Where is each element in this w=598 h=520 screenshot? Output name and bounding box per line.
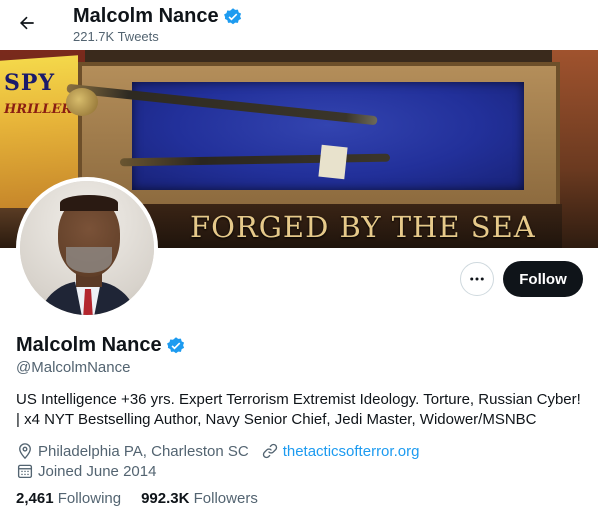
header-title: Malcolm Nance	[73, 5, 243, 28]
banner-sword-guard	[66, 88, 98, 116]
following-link[interactable]: 2,461 Following	[16, 490, 121, 507]
followers-link[interactable]: 992.3K Followers	[141, 490, 258, 507]
bio-line: | x4 NYT Bestselling Author, Navy Senior…	[16, 411, 537, 428]
profile-header-bar: Malcolm Nance 221.7K Tweets	[0, 0, 598, 50]
profile-stats: 2,461 Following 992.3K Followers	[16, 490, 258, 507]
avatar-hair	[60, 195, 118, 211]
banner-plaque-text: FORGED BY THE SEA	[190, 210, 536, 244]
verified-badge-icon	[223, 7, 241, 24]
more-options-button[interactable]	[460, 262, 494, 296]
followers-label: Followers	[193, 490, 258, 507]
follow-button[interactable]: Follow	[503, 261, 583, 297]
banner-poster-title: SPY	[4, 70, 56, 96]
profile-meta-row: Philadelphia PA, Charleston SC thetactic…	[16, 442, 419, 460]
header-name: Malcolm Nance	[73, 5, 219, 27]
calendar-icon	[16, 462, 34, 480]
location-pin-icon	[16, 442, 34, 460]
profile-joined-date: Joined June 2014	[38, 462, 157, 480]
back-arrow-icon	[19, 16, 34, 30]
tweet-count: 221.7K Tweets	[73, 29, 159, 44]
following-count: 2,461	[16, 490, 54, 507]
profile-joined-row: Joined June 2014	[16, 462, 156, 480]
profile-bio: US Intelligence +36 yrs. Expert Terroris…	[16, 390, 588, 430]
banner-display-tag	[318, 144, 348, 180]
followers-count: 992.3K	[141, 490, 190, 507]
profile-avatar[interactable]	[16, 177, 158, 319]
back-button[interactable]	[10, 6, 44, 40]
following-label: Following	[57, 490, 122, 507]
link-icon	[261, 442, 279, 460]
profile-display-name: Malcolm Nance	[16, 334, 186, 357]
profile-website-link[interactable]: thetacticsofterror.org	[283, 443, 420, 460]
profile-location: Philadelphia PA, Charleston SC	[38, 442, 249, 460]
more-options-icon	[470, 277, 484, 281]
avatar-beard	[66, 247, 112, 273]
bio-line: US Intelligence +36 yrs. Expert Terroris…	[16, 391, 581, 408]
profile-name: Malcolm Nance	[16, 334, 162, 356]
profile-handle: @MalcolmNance	[16, 359, 131, 376]
verified-badge-icon[interactable]	[166, 336, 186, 356]
